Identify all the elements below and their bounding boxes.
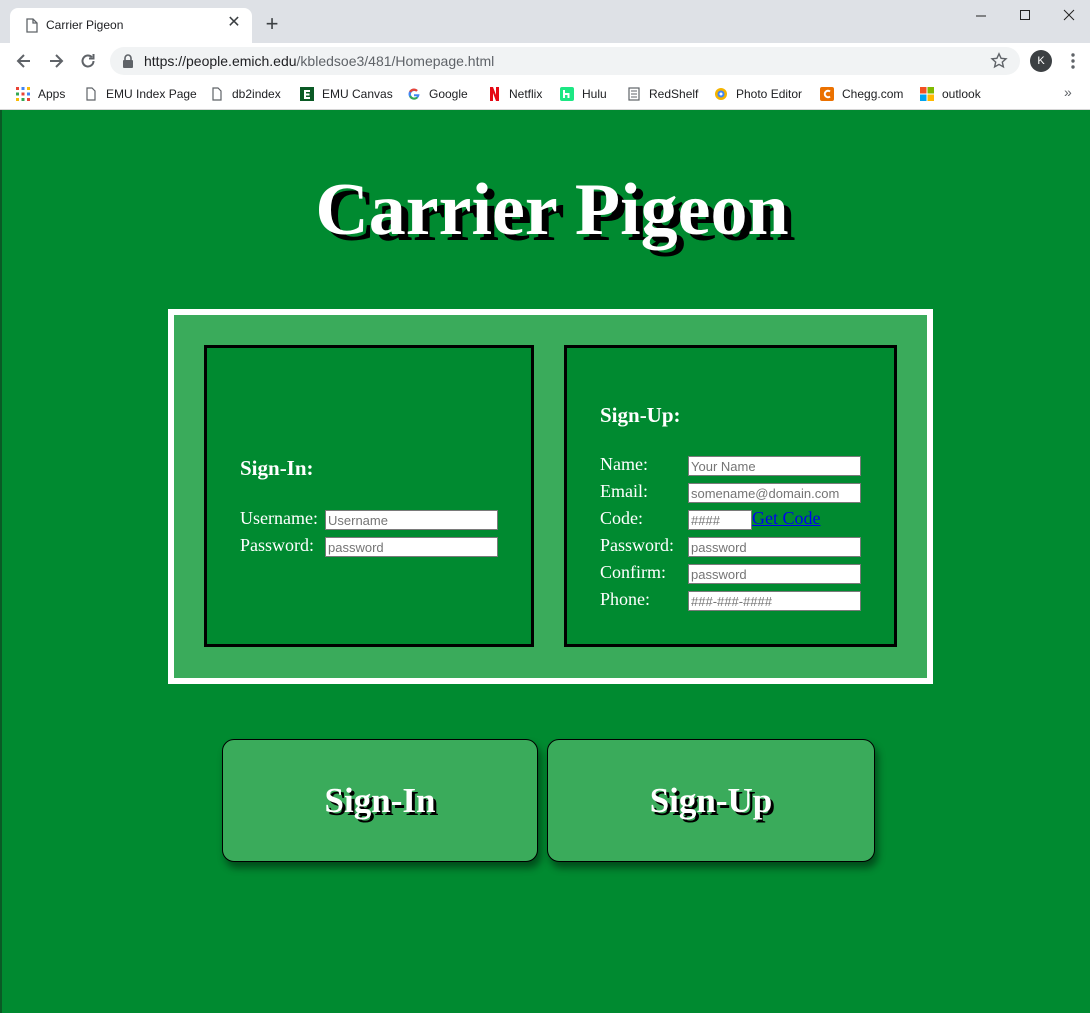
bookmark-label: Google — [429, 87, 468, 101]
page-document-icon — [26, 18, 38, 33]
minimize-icon[interactable] — [970, 6, 992, 26]
bookmark-label: Chegg.com — [842, 87, 904, 101]
bookmark-emu-canvas[interactable]: EMU Canvas — [300, 84, 393, 104]
document-icon — [212, 87, 222, 101]
bookmark-db2index[interactable]: db2index — [210, 84, 281, 104]
close-window-icon[interactable] — [1058, 6, 1080, 26]
signup-phone-label: Phone: — [600, 589, 651, 609]
apps-grid-icon — [16, 87, 30, 101]
bookmark-redshelf[interactable]: RedShelf — [627, 84, 698, 104]
bookmark-google[interactable]: Google — [407, 84, 468, 104]
signup-confirm-label: Confirm: — [600, 562, 666, 582]
bookmark-emu-index[interactable]: EMU Index Page — [84, 84, 197, 104]
signup-password-label: Password: — [600, 535, 675, 555]
bookmark-photo-editor[interactable]: Photo Editor — [714, 84, 802, 104]
bookmark-star-icon[interactable] — [990, 52, 1008, 70]
url-path: /kbledsoe3/481/Homepage.html — [296, 53, 495, 69]
url-text: https://people.emich.edu/kbledsoe3/481/H… — [144, 53, 494, 69]
new-tab-button[interactable]: + — [262, 13, 282, 35]
forward-arrow-icon[interactable] — [46, 51, 66, 71]
bookmark-hulu[interactable]: Hulu — [560, 84, 607, 104]
bookmark-apps[interactable]: Apps — [16, 84, 65, 104]
signup-confirm-input[interactable] — [688, 564, 861, 584]
signup-heading: Sign-Up: — [600, 403, 681, 427]
signup-code-label: Code: — [600, 508, 643, 528]
close-tab-icon[interactable]: ✕ — [226, 15, 242, 31]
signin-card: Sign-In: Username: Password: — [204, 345, 534, 647]
bookmark-label: outlook — [942, 87, 981, 101]
photo-editor-icon — [715, 88, 727, 100]
signup-card: Sign-Up: Name: Email: Code: Get Code Pas… — [564, 345, 897, 647]
bookmark-netflix[interactable]: Netflix — [487, 84, 542, 104]
signup-code-input[interactable] — [688, 510, 752, 530]
signin-password-input[interactable] — [325, 537, 498, 557]
bookmark-chegg[interactable]: Chegg.com — [820, 84, 903, 104]
signin-username-input[interactable] — [325, 510, 498, 530]
tab-title: Carrier Pigeon — [46, 18, 124, 32]
bookmark-outlook[interactable]: outlook — [920, 84, 981, 104]
netflix-icon — [490, 87, 499, 101]
bookmark-label: RedShelf — [649, 87, 699, 101]
google-icon — [408, 88, 420, 100]
signup-phone-input[interactable] — [688, 591, 861, 611]
reload-icon[interactable] — [78, 51, 98, 71]
lock-icon — [123, 54, 133, 68]
signin-password-label: Password: — [240, 535, 315, 555]
browser-tab[interactable]: Carrier Pigeon ✕ — [10, 8, 252, 43]
url-host: https://people.emich.edu — [144, 53, 297, 69]
signup-name-label: Name: — [600, 454, 648, 474]
forms-panel: Sign-In: Username: Password: Sign-Up: Na… — [168, 309, 933, 684]
bookmark-label: Hulu — [582, 87, 607, 101]
page-title: Carrier Pigeon — [315, 169, 789, 251]
more-menu-icon[interactable] — [1066, 51, 1080, 71]
windows-logo-icon — [920, 87, 934, 101]
signup-button[interactable]: Sign-Up — [547, 739, 875, 862]
redshelf-icon — [628, 87, 640, 101]
document-icon — [86, 87, 96, 101]
bookmark-label: Photo Editor — [736, 87, 803, 101]
emu-logo-icon — [300, 87, 314, 101]
profile-avatar[interactable]: K — [1030, 50, 1052, 72]
page-body: Carrier Pigeon Sign-In: Username: Passwo… — [0, 110, 1090, 1013]
address-bar[interactable]: https://people.emich.edu/kbledsoe3/481/H… — [110, 47, 1020, 75]
chegg-icon — [820, 87, 834, 101]
bookmark-label: EMU Canvas — [322, 87, 393, 101]
browser-toolbar: https://people.emich.edu/kbledsoe3/481/H… — [0, 43, 1090, 79]
bookmark-label: EMU Index Page — [106, 87, 197, 101]
tab-strip: Carrier Pigeon ✕ + — [0, 0, 1090, 43]
bookmark-label: db2index — [232, 87, 281, 101]
bookmarks-bar: Apps EMU Index Page db2index EMU Canvas … — [0, 79, 1090, 110]
get-code-link[interactable]: Get Code — [752, 508, 820, 529]
signin-button[interactable]: Sign-In — [222, 739, 538, 862]
signup-password-input[interactable] — [688, 537, 861, 557]
signup-email-label: Email: — [600, 481, 648, 501]
bookmark-label: Netflix — [509, 87, 543, 101]
signup-name-input[interactable] — [688, 456, 861, 476]
signup-email-input[interactable] — [688, 483, 861, 503]
bookmark-label: Apps — [38, 87, 66, 101]
signin-heading: Sign-In: — [240, 456, 314, 480]
maximize-icon[interactable] — [1014, 6, 1036, 26]
back-arrow-icon[interactable] — [14, 51, 34, 71]
signin-username-label: Username: — [240, 508, 318, 528]
more-bookmarks-icon[interactable]: » — [1064, 84, 1072, 100]
hulu-icon — [560, 87, 574, 101]
